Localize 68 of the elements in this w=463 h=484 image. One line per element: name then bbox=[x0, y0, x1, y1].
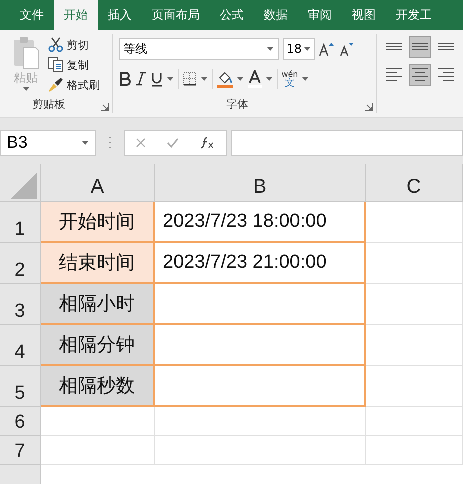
table-cell: 相隔分钟 bbox=[41, 325, 155, 366]
ribbon-tab[interactable]: 文件 bbox=[10, 0, 54, 30]
ribbon-tab[interactable]: 视图 bbox=[342, 0, 386, 30]
phonetic-guide-button[interactable]: wén 文 bbox=[282, 70, 298, 88]
row-header[interactable]: 3 bbox=[0, 284, 41, 325]
fill-bucket-icon[interactable] bbox=[216, 70, 233, 88]
check-icon[interactable] bbox=[167, 138, 180, 148]
group-label: 字体 bbox=[225, 97, 250, 113]
copy-icon bbox=[48, 57, 64, 73]
ribbon-tab[interactable]: 公式 bbox=[210, 0, 254, 30]
caret-icon[interactable] bbox=[304, 47, 311, 51]
bold-icon[interactable] bbox=[118, 72, 131, 86]
table-cell: 2023/7/23 21:00:00 bbox=[155, 243, 366, 284]
font-color-icon[interactable] bbox=[248, 70, 262, 88]
bottom-align-icon bbox=[438, 43, 454, 51]
ribbon-tab[interactable]: 插入 bbox=[98, 0, 142, 30]
table-cell: 开始时间 bbox=[41, 202, 155, 243]
row-header[interactable]: 2 bbox=[0, 243, 41, 284]
table-cell: 结束时间 bbox=[41, 243, 155, 284]
clipboard-icon bbox=[12, 36, 40, 70]
row-header[interactable]: 6 bbox=[0, 407, 41, 436]
align-button[interactable] bbox=[409, 64, 431, 86]
caret-icon[interactable] bbox=[200, 77, 208, 81]
ribbon-tab[interactable]: 审阅 bbox=[298, 0, 342, 30]
name-box[interactable]: B3 bbox=[0, 130, 96, 156]
brush-button[interactable]: 格式刷 bbox=[46, 76, 102, 94]
caret-icon[interactable] bbox=[266, 77, 273, 81]
center-align-icon bbox=[412, 68, 428, 82]
align-button[interactable] bbox=[409, 36, 431, 58]
row-header[interactable]: 5 bbox=[0, 366, 41, 407]
caret-icon[interactable] bbox=[266, 47, 274, 51]
italic-icon[interactable] bbox=[134, 72, 147, 86]
borders-icon[interactable] bbox=[182, 72, 197, 86]
paintbrush-icon bbox=[48, 77, 64, 93]
row-header[interactable]: 1 bbox=[0, 202, 41, 243]
left-align-icon bbox=[386, 68, 402, 82]
table-cell: 2023/7/23 18:00:00 bbox=[155, 202, 366, 243]
column-header[interactable]: C bbox=[366, 164, 463, 202]
font-name-field[interactable]: 等线 bbox=[118, 38, 279, 60]
ribbon-tab[interactable]: 开发工 bbox=[386, 0, 442, 30]
row-header[interactable]: 4 bbox=[0, 325, 41, 366]
grow-font-icon[interactable] bbox=[318, 41, 335, 57]
right-align-icon bbox=[438, 68, 454, 82]
caret-icon[interactable] bbox=[166, 77, 174, 81]
font-size-field[interactable]: 18 bbox=[282, 38, 315, 60]
underline-icon[interactable] bbox=[150, 72, 163, 86]
table-cell: 相隔小时 bbox=[41, 284, 155, 325]
group-label: 剪贴板 bbox=[31, 97, 66, 113]
caret-icon[interactable] bbox=[82, 141, 89, 145]
top-align-icon bbox=[386, 43, 402, 51]
formula-input[interactable] bbox=[231, 130, 463, 156]
copy-button[interactable]: 复制 bbox=[46, 56, 102, 74]
caret-icon[interactable] bbox=[236, 77, 244, 81]
column-header[interactable]: A bbox=[41, 164, 155, 202]
caret-icon[interactable] bbox=[302, 77, 310, 81]
shrink-font-icon[interactable] bbox=[338, 41, 355, 57]
ribbon-tab[interactable]: 开始 bbox=[54, 0, 98, 30]
function-icon[interactable] bbox=[201, 137, 216, 149]
dialog-launcher-icon[interactable] bbox=[365, 103, 373, 111]
middle-align-icon bbox=[412, 43, 428, 51]
column-header[interactable]: B bbox=[155, 164, 366, 202]
dialog-launcher-icon[interactable] bbox=[100, 103, 109, 111]
cut-button[interactable]: 剪切 bbox=[46, 36, 102, 54]
ribbon-tab[interactable]: 页面布局 bbox=[142, 0, 210, 30]
table-cell: 相隔秒数 bbox=[41, 366, 155, 407]
scissors-icon bbox=[48, 37, 64, 53]
ribbon-tab[interactable]: 数据 bbox=[254, 0, 298, 30]
row-header[interactable]: 7 bbox=[0, 436, 41, 465]
